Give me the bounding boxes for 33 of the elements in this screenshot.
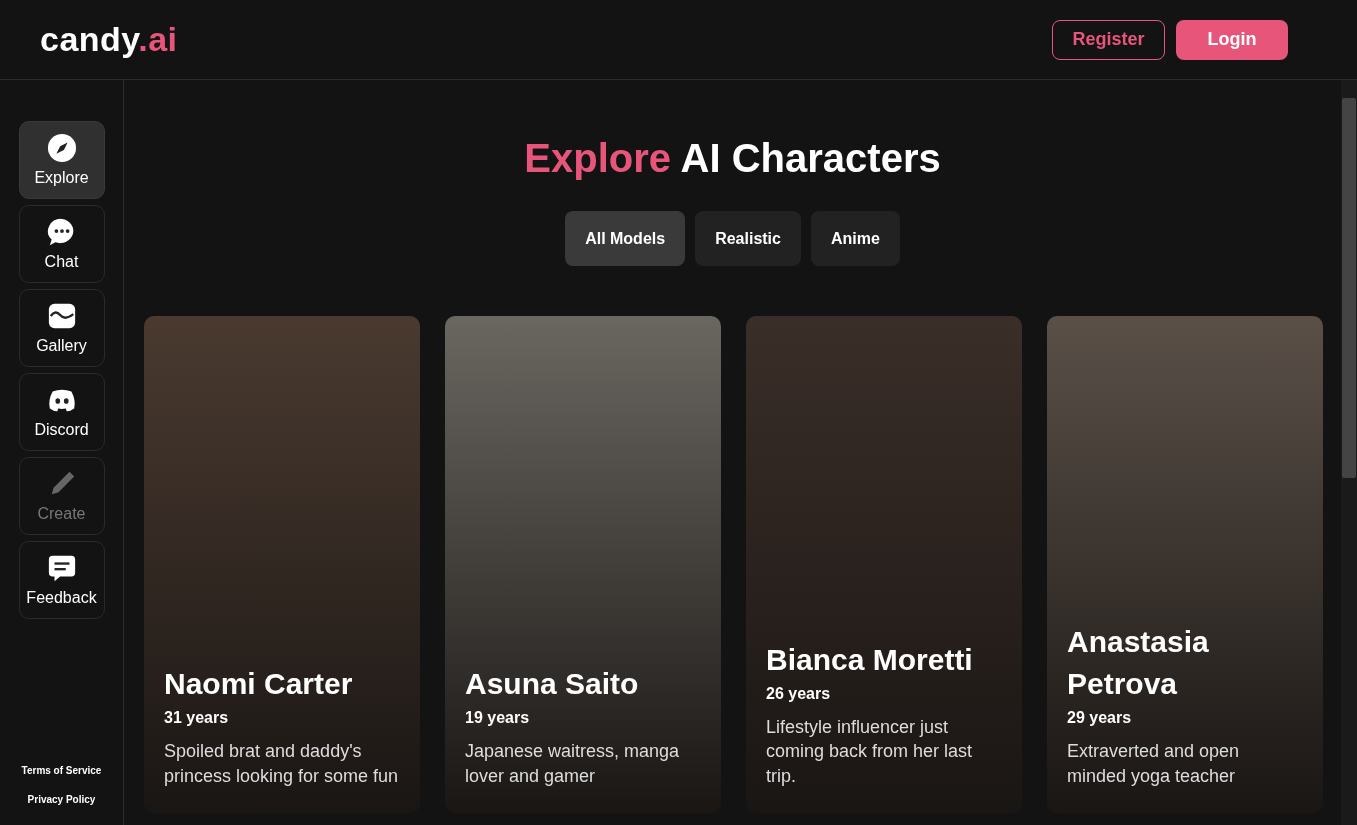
footer-link[interactable]: Privacy Policy <box>27 794 96 805</box>
character-description: Japanese waitress, manga lover and gamer <box>465 740 681 788</box>
character-name: Asuna Saito <box>465 666 640 703</box>
filter-tab[interactable]: All Models <box>565 211 686 266</box>
sidebar-item[interactable]: Gallery <box>18 289 105 367</box>
character-age: 31 years <box>164 709 230 728</box>
footer-link[interactable]: Terms of Service <box>21 765 102 776</box>
page-heading: Explore AI Characters <box>524 136 941 181</box>
filter-tab[interactable]: Realistic <box>695 211 801 266</box>
character-name: Naomi Carter <box>164 666 354 703</box>
sidebar-item[interactable]: Feedback <box>18 541 105 619</box>
character-card[interactable]: Naomi Carter 31 years Spoiled brat and daddy's princess looking for some fun <box>144 316 420 813</box>
character-card[interactable]: Bianca Moretti 26 years Lifestyle influencer just coming back from her last trip. <box>746 316 1022 813</box>
character-card[interactable]: Asuna Saito 19 years Japanese waitress, manga lover and gamer <box>445 316 721 813</box>
register-button[interactable]: Register <box>1052 19 1165 60</box>
character-card[interactable]: Anastasia Petrova 29 years Extraverted and open minded yoga teacher <box>1047 316 1323 813</box>
character-description: Spoiled brat and daddy's princess looking for some fun <box>164 740 400 788</box>
character-description: Lifestyle influencer just coming back from her last trip. <box>766 716 974 788</box>
character-age: 29 years <box>1067 709 1133 728</box>
scrollbar[interactable] <box>1341 80 1357 825</box>
logo[interactable]: candy.ai <box>40 20 178 59</box>
character-age: 26 years <box>766 685 832 704</box>
sidebar-item[interactable]: Explore <box>18 121 105 199</box>
character-name: Bianca Moretti <box>766 642 974 679</box>
sidebar-item[interactable]: Discord <box>18 373 105 451</box>
compass-icon <box>46 133 77 163</box>
feedback-icon <box>46 553 77 583</box>
filter-tab[interactable]: Anime <box>810 211 900 266</box>
character-description: Extraverted and open minded yoga teacher <box>1067 740 1241 788</box>
character-age: 19 years <box>465 709 531 728</box>
character-name: Anastasia Petrova <box>1067 624 1210 703</box>
image-icon <box>46 301 77 331</box>
sidebar-item[interactable]: Chat <box>18 205 105 283</box>
